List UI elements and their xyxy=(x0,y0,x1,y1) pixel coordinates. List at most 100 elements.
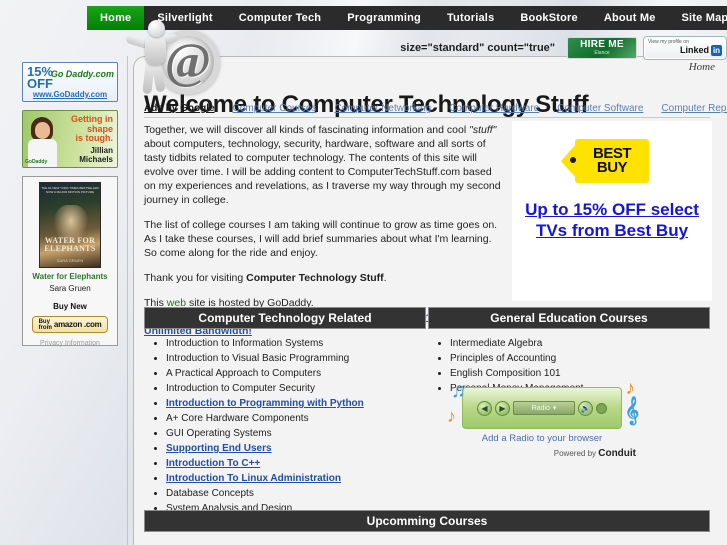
amazon-com-suffix: .com xyxy=(83,320,102,329)
nav-item-computer-tech[interactable]: Computer Tech xyxy=(226,6,334,30)
section-header-computer-technology: Computer Technology Related xyxy=(144,307,426,329)
course-label: Principles of Accounting xyxy=(450,353,557,364)
godaddy-off: OFF xyxy=(27,76,53,91)
google-ads-bar: Ads by Google Computer Courses Computer … xyxy=(144,103,727,118)
bestbuy-tag-icon: BEST BUY xyxy=(561,139,649,183)
section-header-upcoming-courses: Upcomming Courses xyxy=(144,510,710,532)
radio-player-bar[interactable]: ♫ ♪ ♪ 𝄞 ◀ ▶ Radio ▾ 🔊 xyxy=(447,378,639,429)
course-label: Introduction to Visual Basic Programming xyxy=(166,353,350,364)
course-label: A Practical Approach to Computers xyxy=(166,368,322,379)
para1-part-a: Together, we will discover all kinds of … xyxy=(144,124,470,136)
jillian-headline: Getting in shape is tough. xyxy=(71,114,113,144)
course-label: Intermediate Algebra xyxy=(450,338,543,349)
list-item[interactable]: Introduction To C++ xyxy=(166,457,418,472)
course-label: Introduction to Computer Security xyxy=(166,383,315,394)
ad-jillian-michaels-banner[interactable]: Getting in shape is tough. Jillian Micha… xyxy=(22,110,118,168)
jillian-name: Jillian Michaels xyxy=(79,146,113,164)
sidebar-advertisements: 15% OFF Go Daddy.com www.GoDaddy.com Get… xyxy=(22,62,118,347)
course-label: Introduction to Information Systems xyxy=(166,338,324,349)
godaddy-url: www.GoDaddy.com xyxy=(32,90,108,99)
ad-godaddy-banner[interactable]: 15% OFF Go Daddy.com www.GoDaddy.com xyxy=(22,62,118,102)
list-item: English Composition 101 xyxy=(450,367,702,382)
nav-item-silverlight[interactable]: Silverlight xyxy=(144,6,225,30)
ad-link-computer-repairs[interactable]: Computer Repairs xyxy=(661,103,727,114)
para3-part-c: . xyxy=(383,272,387,284)
paragraph-3: Thank you for visiting Computer Technolo… xyxy=(144,271,506,285)
main-content-panel: Home Welcome to Computer Technology Stuf… xyxy=(133,56,727,545)
course-link-supporting-end-users[interactable]: Supporting End Users xyxy=(166,443,272,454)
computer-technology-course-list: Introduction to Information Systems Intr… xyxy=(148,337,418,532)
radio-station-select[interactable]: Radio ▾ xyxy=(513,401,575,415)
book-title[interactable]: Water for Elephants xyxy=(27,272,113,282)
nav-item-tutorials[interactable]: Tutorials xyxy=(434,6,507,30)
conduit-brand: Conduit xyxy=(598,448,636,459)
treble-clef-icon: 𝄞 xyxy=(624,398,639,424)
book-cover-author: SARA GRUEN xyxy=(56,258,84,263)
course-link-linux-administration[interactable]: Introduction To Linux Administration xyxy=(166,473,341,484)
powered-by-prefix: Powered by xyxy=(553,449,599,458)
section-header-general-education: General Education Courses xyxy=(428,307,710,329)
buy-new-label: Buy New xyxy=(53,302,87,311)
music-note-icon: ♫ xyxy=(451,380,466,402)
add-radio-link[interactable]: Add a Radio to your browser xyxy=(442,433,642,444)
radio-station-label: Radio xyxy=(531,404,550,412)
godaddy-logo: Go Daddy.com xyxy=(50,69,114,79)
list-item: Intermediate Algebra xyxy=(450,337,702,352)
bestbuy-offer-link[interactable]: Up to 15% OFF select TVs from Best Buy xyxy=(512,199,712,241)
amazon-wordmark: amazon xyxy=(53,320,82,329)
radio-prev-button[interactable]: ◀ xyxy=(477,400,492,416)
conduit-radio-widget: ♫ ♪ ♪ 𝄞 ◀ ▶ Radio ▾ 🔊 Add a Radio to you… xyxy=(442,378,642,459)
list-item: Principles of Accounting xyxy=(450,352,702,367)
elance-label: Elance xyxy=(594,50,610,56)
music-note-icon: ♪ xyxy=(447,406,456,426)
paragraph-2: The list of college courses I am taking … xyxy=(144,219,498,259)
book-cover-image: THE #1 NEW YORK TIMES BESTSELLER NOW A M… xyxy=(39,182,101,268)
chevron-down-icon: ▾ xyxy=(552,405,557,412)
radio-volume-button[interactable]: 🔊 xyxy=(578,400,593,416)
radio-mute-button[interactable] xyxy=(596,402,607,414)
nav-item-site-map[interactable]: Site Map xyxy=(669,6,727,30)
ad-amazon-book-widget[interactable]: THE #1 NEW YORK TIMES BESTSELLER NOW A M… xyxy=(22,176,118,347)
list-item: Database Concepts xyxy=(166,487,418,502)
list-item: GUI Operating Systems xyxy=(166,427,418,442)
twitter-widget-code: size="standard" count="true" xyxy=(400,42,555,54)
radio-play-button[interactable]: ▶ xyxy=(495,400,510,416)
list-item: A Practical Approach to Computers xyxy=(166,367,418,382)
course-label: GUI Operating Systems xyxy=(166,428,272,439)
privacy-information-link[interactable]: Privacy Information xyxy=(27,340,113,347)
nav-item-bookstore[interactable]: BookStore xyxy=(507,6,590,30)
nav-item-programming[interactable]: Programming xyxy=(334,6,434,30)
music-note-icon: ♪ xyxy=(625,378,636,399)
jillian-godaddy-logo: GoDaddy xyxy=(25,159,48,165)
course-label: Database Concepts xyxy=(166,488,254,499)
hire-me-elance-badge[interactable]: HIRE ME Elance xyxy=(567,37,637,59)
course-link-cpp[interactable]: Introduction To C++ xyxy=(166,458,260,469)
nav-item-about-me[interactable]: About Me xyxy=(591,6,669,30)
list-item: A+ Core Hardware Components xyxy=(166,412,418,427)
jillian-last-name: Michaels xyxy=(79,155,113,164)
ad-link-computer-software[interactable]: Computer Software xyxy=(557,103,643,114)
list-item[interactable]: Introduction to Programming with Python xyxy=(166,397,418,412)
linkedin-in-icon: in xyxy=(711,45,722,56)
para1-part-b: about computers, technology, security, h… xyxy=(144,138,501,206)
para1-emphasis: "stuff" xyxy=(469,124,497,136)
ad-bestbuy-block[interactable]: BEST BUY Up to 15% OFF select TVs from B… xyxy=(512,121,712,301)
course-link-python[interactable]: Introduction to Programming with Python xyxy=(166,398,364,409)
header-widgets: size="standard" count="true" HIRE ME Ela… xyxy=(238,33,727,63)
para3-part-a: Thank you for visiting xyxy=(144,272,247,284)
jillian-first-name: Jillian xyxy=(90,146,113,155)
buy-from-amazon-button[interactable]: Buy from amazon .com xyxy=(32,316,108,333)
ad-link-computer-courses[interactable]: Computer Courses xyxy=(233,103,317,114)
list-item[interactable]: Introduction To Linux Administration xyxy=(166,472,418,487)
from-label: from xyxy=(38,324,52,331)
sidebar-divider xyxy=(127,56,128,545)
ad-link-computer-hardware[interactable]: Computer Hardware xyxy=(449,103,539,114)
linkedin-profile-badge[interactable]: View my profile on Linked in xyxy=(643,36,727,60)
paragraph-1: Together, we will discover all kinds of … xyxy=(144,123,506,207)
list-item[interactable]: Supporting End Users xyxy=(166,442,418,457)
ad-link-computer-networking[interactable]: Computer Networking xyxy=(334,103,431,114)
book-author: Sara Gruen xyxy=(49,284,91,293)
list-item: Introduction to Computer Security xyxy=(166,382,418,397)
nav-item-home[interactable]: Home xyxy=(87,6,145,30)
course-label: A+ Core Hardware Components xyxy=(166,413,309,424)
